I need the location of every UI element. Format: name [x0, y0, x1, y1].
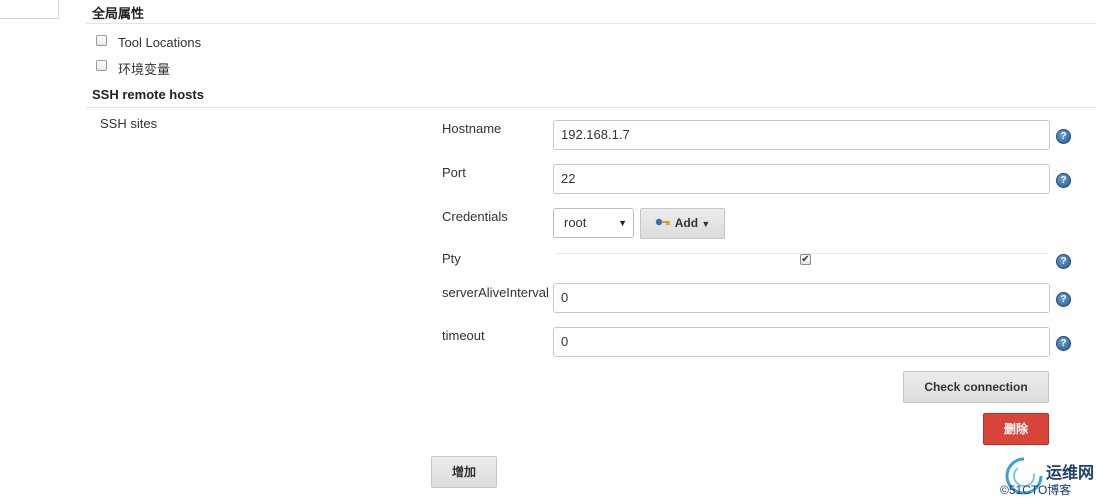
caret-down-icon: ▼ [701, 219, 711, 229]
ssh-sites-label: SSH sites [100, 116, 158, 131]
help-icon[interactable]: ? [1056, 129, 1071, 144]
server-alive-interval-input[interactable]: 0 [553, 283, 1050, 313]
tool-locations-label: Tool Locations [118, 35, 202, 50]
timeout-label: timeout [442, 328, 485, 343]
hostname-label: Hostname [442, 121, 502, 136]
pty-label: Pty [442, 251, 461, 266]
help-icon[interactable]: ? [1056, 173, 1071, 188]
help-icon[interactable]: ? [1056, 292, 1071, 307]
watermark-text: 运维网 [1046, 465, 1095, 482]
divider [86, 23, 1096, 24]
add-credentials-button[interactable]: Add ▼ [640, 208, 725, 239]
help-icon[interactable]: ? [1056, 254, 1071, 269]
port-input[interactable]: 22 [553, 164, 1050, 194]
hostname-input[interactable]: 192.168.1.7 [553, 120, 1050, 150]
delete-button[interactable]: 删除 [983, 413, 1049, 445]
key-icon [655, 209, 671, 238]
port-label: Port [442, 165, 466, 180]
server-alive-interval-label: serverAliveInterval [442, 285, 549, 300]
check-connection-button[interactable]: Check connection [903, 371, 1049, 403]
add-ssh-site-button[interactable]: 增加 [431, 456, 497, 488]
timeout-input[interactable]: 0 [553, 327, 1050, 357]
ssh-remote-hosts-title: SSH remote hosts [92, 87, 204, 102]
credentials-select[interactable]: root ▼ [553, 208, 634, 238]
add-label: Add [674, 216, 699, 230]
divider [86, 107, 1096, 108]
chevron-down-icon: ▼ [618, 218, 627, 228]
credentials-label: Credentials [442, 209, 508, 224]
global-properties-title: 全局属性 [92, 6, 145, 21]
help-icon[interactable]: ? [1056, 336, 1071, 351]
env-vars-checkbox[interactable] [96, 60, 107, 71]
credentials-value: root [564, 215, 587, 230]
tool-locations-checkbox[interactable] [96, 35, 107, 46]
watermark-subtext: ©51CTO博客 [1000, 483, 1072, 497]
side-panel [0, 0, 59, 19]
pty-checkbox[interactable]: ✔ [800, 254, 811, 265]
env-vars-label: 环境变量 [118, 62, 171, 77]
